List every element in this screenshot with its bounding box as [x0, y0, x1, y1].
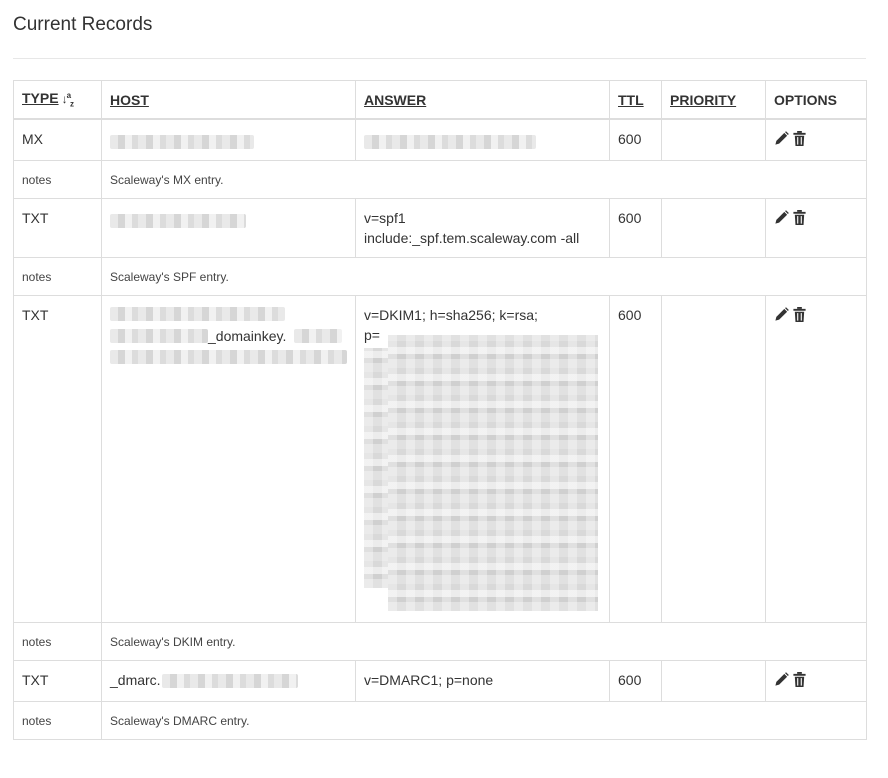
record-priority: [661, 198, 766, 258]
trash-icon[interactable]: [793, 210, 806, 225]
trash-icon[interactable]: [793, 131, 806, 146]
column-header-options: OPTIONS: [765, 80, 867, 120]
dkim-answer-p: p=: [364, 327, 380, 343]
record-answer: v=spf1 include:_spf.tem.scaleway.com -al…: [355, 198, 610, 258]
redacted-host: [110, 134, 254, 149]
sort-by-answer-link[interactable]: ANSWER: [364, 92, 426, 108]
notes-label: notes: [13, 257, 102, 296]
notes-label: notes: [13, 160, 102, 199]
record-type: MX: [13, 118, 102, 161]
column-header-priority[interactable]: PRIORITY: [661, 80, 766, 120]
section-divider: [13, 58, 866, 59]
notes-row: notes Scaleway's DMARC entry.: [13, 701, 867, 740]
table-header-row: TYPE ↓az HOST ANSWER TTL PRIORITY OPTIONS: [13, 80, 867, 120]
redacted-answer: [364, 134, 536, 149]
sort-ascending-icon[interactable]: ↓az: [62, 91, 74, 108]
pencil-icon[interactable]: [774, 307, 789, 322]
sort-by-priority-link[interactable]: PRIORITY: [670, 92, 736, 108]
notes-label: notes: [13, 622, 102, 661]
redacted-host: [110, 329, 208, 343]
trash-icon[interactable]: [793, 672, 806, 687]
record-priority: [661, 118, 766, 161]
record-type: TXT: [13, 660, 102, 702]
record-priority: [661, 660, 766, 702]
host-domainkey-text: _domainkey.: [208, 328, 287, 344]
record-host: [101, 198, 356, 258]
pencil-icon[interactable]: [774, 131, 789, 146]
record-ttl: 600: [609, 295, 662, 623]
record-options: [765, 295, 867, 623]
table-row: TXT _dmarc. v=DMARC1; p=none 600: [13, 660, 867, 702]
sort-by-ttl-link[interactable]: TTL: [618, 92, 644, 108]
notes-row: notes Scaleway's DKIM entry.: [13, 622, 867, 661]
notes-text: Scaleway's DKIM entry.: [101, 622, 867, 661]
notes-row: notes Scaleway's SPF entry.: [13, 257, 867, 296]
redacted-host: [110, 307, 285, 321]
host-dmarc-text: _dmarc.: [110, 672, 161, 688]
table-row: TXT v=spf1 include:_spf.tem.scaleway.com…: [13, 198, 867, 258]
redacted-host: [294, 329, 342, 343]
notes-label: notes: [13, 701, 102, 740]
sort-by-host-link[interactable]: HOST: [110, 92, 149, 108]
redacted-host: [110, 213, 246, 228]
column-header-ttl[interactable]: TTL: [609, 80, 662, 120]
redacted-dkim-key: [364, 348, 388, 588]
table-row: MX 600: [13, 118, 867, 161]
column-header-host[interactable]: HOST: [101, 80, 356, 120]
pencil-icon[interactable]: [774, 672, 789, 687]
record-host: _domainkey.: [101, 295, 356, 623]
record-options: [765, 198, 867, 258]
record-type: TXT: [13, 198, 102, 258]
record-type: TXT: [13, 295, 102, 623]
records-table: TYPE ↓az HOST ANSWER TTL PRIORITY OPTIONS…: [13, 80, 867, 740]
record-answer: v=DMARC1; p=none: [355, 660, 610, 702]
notes-text: Scaleway's SPF entry.: [101, 257, 867, 296]
column-header-type[interactable]: TYPE ↓az: [13, 80, 102, 120]
record-options: [765, 660, 867, 702]
notes-text: Scaleway's MX entry.: [101, 160, 867, 199]
record-answer: v=DKIM1; h=sha256; k=rsa; p=: [355, 295, 610, 623]
dkim-answer-prefix: v=DKIM1; h=sha256; k=rsa;: [364, 307, 538, 323]
column-header-answer[interactable]: ANSWER: [355, 80, 610, 120]
record-ttl: 600: [609, 660, 662, 702]
sort-by-type-link[interactable]: TYPE: [22, 90, 59, 106]
redacted-dkim-key: [388, 335, 598, 611]
pencil-icon[interactable]: [774, 210, 789, 225]
redacted-host: [110, 350, 347, 364]
record-host: [101, 118, 356, 161]
record-answer: [355, 118, 610, 161]
section-title: Current Records: [13, 14, 153, 35]
table-row: TXT _domainkey. v=DKIM1; h=sha256; k=rsa…: [13, 295, 867, 623]
notes-text: Scaleway's DMARC entry.: [101, 701, 867, 740]
notes-row: notes Scaleway's MX entry.: [13, 160, 867, 199]
redacted-host: [161, 674, 298, 689]
record-priority: [661, 295, 766, 623]
record-ttl: 600: [609, 118, 662, 161]
record-ttl: 600: [609, 198, 662, 258]
trash-icon[interactable]: [793, 307, 806, 322]
record-host: _dmarc.: [101, 660, 356, 702]
record-options: [765, 118, 867, 161]
